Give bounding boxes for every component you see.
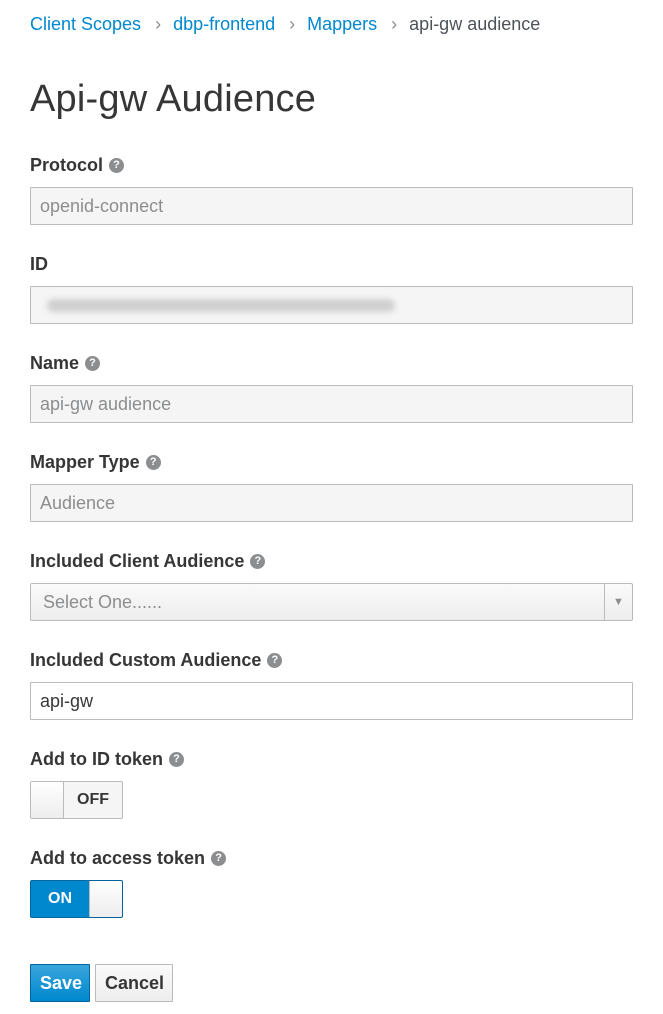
protocol-label: Protocol ? [30, 153, 633, 177]
name-label-text: Name [30, 352, 80, 373]
toggle-knob[interactable] [31, 782, 64, 818]
breadcrumb-mappers[interactable]: Mappers [307, 14, 377, 35]
breadcrumb-current: api-gw audience [409, 13, 541, 34]
add-to-id-token-field: Add to ID token ? OFF [30, 747, 633, 819]
add-to-id-token-label: Add to ID token ? [30, 747, 633, 771]
breadcrumb: Client Scopes › dbp-frontend › Mappers ›… [30, 12, 540, 36]
included-client-audience-field: Included Client Audience ? Select One...… [30, 549, 633, 621]
add-to-access-token-label-text: Add to access token [30, 847, 206, 868]
name-field: Name ? [30, 351, 633, 423]
help-icon[interactable]: ? [85, 355, 101, 371]
id-label-text: ID [30, 253, 48, 274]
included-client-audience-label-text: Included Client Audience [30, 550, 245, 571]
included-custom-audience-label-text: Included Custom Audience [30, 649, 262, 670]
page-title: Api-gw Audience [30, 78, 317, 120]
help-icon[interactable]: ? [145, 454, 161, 470]
toggle-state: OFF [77, 791, 109, 808]
protocol-field: Protocol ? [30, 153, 633, 225]
save-button[interactable]: Save [30, 964, 90, 1002]
help-icon[interactable]: ? [211, 850, 227, 866]
id-label: ID [30, 252, 633, 276]
breadcrumb-client-scopes[interactable]: Client Scopes [30, 14, 141, 35]
caret-down-icon[interactable]: ▼ [604, 584, 632, 620]
help-icon[interactable]: ? [109, 157, 125, 173]
included-custom-audience-field: Included Custom Audience ? [30, 648, 633, 720]
help-icon[interactable]: ? [169, 751, 184, 767]
name-label: Name ? [30, 351, 633, 375]
mapper-type-label: Mapper Type ? [30, 450, 633, 474]
id-field: ID [30, 252, 633, 324]
included-custom-audience-input[interactable] [30, 682, 633, 720]
redacted-id-value [47, 299, 395, 312]
id-input[interactable] [30, 286, 633, 324]
add-to-access-token-field: Add to access token ? ON [30, 846, 633, 918]
included-client-audience-select[interactable]: Select One...... ▼ [30, 583, 633, 621]
help-icon[interactable]: ? [250, 553, 266, 569]
mapper-type-field: Mapper Type ? [30, 450, 633, 522]
chevron-right-icon: › [289, 13, 296, 34]
add-to-access-token-toggle[interactable]: ON [30, 880, 123, 918]
protocol-input[interactable] [30, 187, 633, 225]
toggle-knob[interactable] [89, 881, 122, 917]
name-input[interactable] [30, 385, 633, 423]
add-to-id-token-toggle[interactable]: OFF [30, 781, 123, 819]
help-icon[interactable]: ? [267, 652, 283, 668]
mapper-type-label-text: Mapper Type [30, 451, 140, 472]
included-client-audience-label: Included Client Audience ? [30, 549, 633, 573]
select-placeholder: Select One...... [43, 592, 163, 612]
protocol-label-text: Protocol [30, 154, 104, 175]
breadcrumb-dbp-frontend[interactable]: dbp-frontend [173, 14, 275, 35]
mapper-type-input[interactable] [30, 484, 633, 522]
chevron-right-icon: › [155, 13, 162, 34]
chevron-right-icon: › [391, 13, 398, 34]
toggle-state: ON [48, 890, 72, 907]
add-to-access-token-label: Add to access token ? [30, 846, 633, 870]
add-to-id-token-label-text: Add to ID token [30, 748, 163, 769]
cancel-button[interactable]: Cancel [95, 964, 173, 1002]
included-custom-audience-label: Included Custom Audience ? [30, 648, 633, 672]
